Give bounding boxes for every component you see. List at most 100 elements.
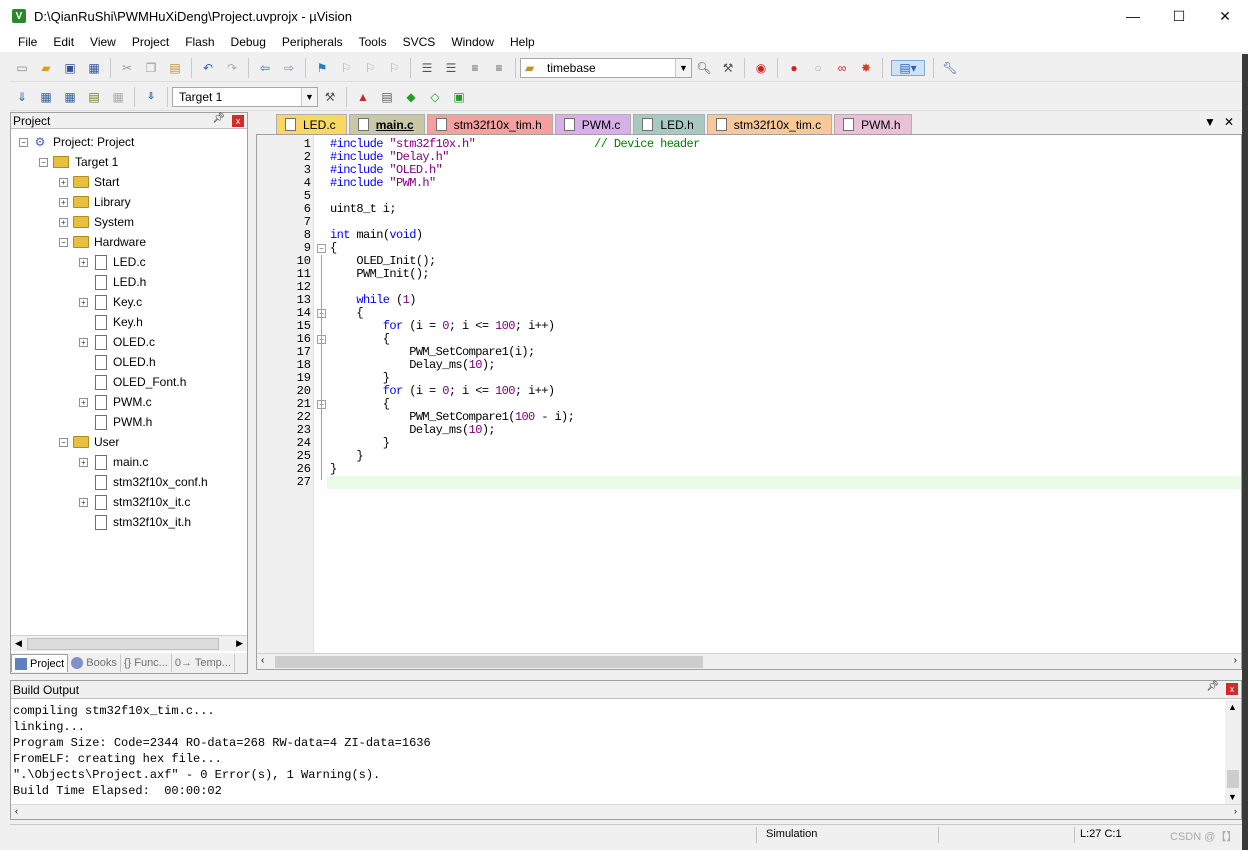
- build-vertical-scrollbar[interactable]: ▲ ▼: [1225, 700, 1241, 804]
- next-bookmark-icon[interactable]: ⚐: [362, 60, 378, 76]
- editor-tab[interactable]: stm32f10x_tim.h: [426, 114, 553, 134]
- copy-icon[interactable]: ❐: [143, 60, 159, 76]
- menu-help[interactable]: Help: [502, 35, 543, 49]
- tree-item-file[interactable]: + LED.c: [79, 252, 146, 272]
- minimize-button[interactable]: —: [1110, 0, 1156, 32]
- bookmark-icon[interactable]: ⚑: [314, 60, 330, 76]
- find-combo[interactable]: ▰ timebase ▼: [520, 57, 692, 78]
- rebuild-icon[interactable]: ▦: [62, 89, 78, 105]
- collapse-icon[interactable]: −: [19, 137, 28, 147]
- scroll-left-icon[interactable]: ◀: [15, 638, 22, 649]
- tab-project[interactable]: Project: [11, 654, 69, 672]
- tree-item-folder[interactable]: − User: [59, 432, 119, 452]
- tree-item-project[interactable]: − ⚙ Project: Project: [19, 132, 134, 152]
- code-line[interactable]: PWM_Init();: [330, 268, 429, 281]
- run-time-env-icon[interactable]: ▣: [451, 89, 467, 105]
- tree-item-file[interactable]: + stm32f10x_it.c: [79, 492, 190, 512]
- maximize-button[interactable]: ☐: [1156, 0, 1202, 32]
- insert-breakpoint-icon[interactable]: ●: [786, 60, 802, 76]
- scroll-right-icon[interactable]: ›: [1234, 655, 1237, 666]
- tree-item-folder[interactable]: + Library: [59, 192, 131, 212]
- editor-tab[interactable]: PWM.h: [834, 114, 912, 134]
- batch-build-icon[interactable]: ▤: [86, 89, 102, 105]
- tree-item-file[interactable]: + main.c: [79, 452, 148, 472]
- expand-icon[interactable]: +: [79, 297, 88, 307]
- scrollbar-thumb[interactable]: [1227, 770, 1239, 788]
- cut-icon[interactable]: ✂: [119, 60, 135, 76]
- tree-item-folder[interactable]: + Start: [59, 172, 119, 192]
- expand-icon[interactable]: +: [79, 497, 88, 507]
- manage-components-icon[interactable]: ▲: [355, 89, 371, 105]
- expand-icon[interactable]: +: [79, 337, 88, 347]
- code-line[interactable]: #include "PWM.h": [330, 177, 436, 190]
- expand-icon[interactable]: +: [79, 257, 88, 267]
- find-icon[interactable]: 🔍︎: [696, 60, 712, 76]
- file-extensions-icon[interactable]: ▤: [379, 89, 395, 105]
- tree-item-file[interactable]: + OLED.c: [79, 332, 155, 352]
- expand-icon[interactable]: +: [79, 457, 88, 467]
- close-icon[interactable]: x: [232, 115, 244, 127]
- code-editor[interactable]: 1 2 3 4 5 6 7 8 9 10 11 12 13 14 15 16 17 18 19 20 21 22 23 24 2…: [256, 134, 1242, 670]
- save-icon[interactable]: ▣: [62, 60, 78, 76]
- code-line[interactable]: }: [330, 463, 337, 476]
- expand-icon[interactable]: +: [59, 177, 68, 187]
- redo-icon[interactable]: ↷: [224, 60, 240, 76]
- undo-icon[interactable]: ↶: [200, 60, 216, 76]
- expand-icon[interactable]: +: [59, 197, 68, 207]
- paste-icon[interactable]: ▤: [167, 60, 183, 76]
- editor-horizontal-scrollbar[interactable]: ‹ ›: [257, 653, 1241, 669]
- menu-tools[interactable]: Tools: [351, 35, 395, 49]
- target-options-icon[interactable]: ⚒: [322, 89, 338, 105]
- translate-icon[interactable]: ⇓: [14, 89, 30, 105]
- tree-item-folder[interactable]: − Hardware: [59, 232, 146, 252]
- tree-item-file[interactable]: OLED.h: [79, 352, 156, 372]
- incremental-find-icon[interactable]: ⚒: [720, 60, 736, 76]
- expand-icon[interactable]: +: [59, 217, 68, 227]
- build-icon[interactable]: ▦: [38, 89, 54, 105]
- menu-project[interactable]: Project: [124, 35, 177, 49]
- build-horizontal-scrollbar[interactable]: ‹ ›: [11, 804, 1241, 819]
- tree-horizontal-scrollbar[interactable]: ◀ ▶: [11, 635, 247, 651]
- editor-tab[interactable]: main.c: [348, 114, 425, 134]
- scroll-up-icon[interactable]: ▲: [1228, 702, 1237, 712]
- pin-icon[interactable]: 📌︎: [212, 113, 225, 124]
- new-file-icon[interactable]: ▭: [14, 60, 30, 76]
- menu-file[interactable]: File: [10, 35, 45, 49]
- collapse-icon[interactable]: −: [59, 237, 68, 247]
- fold-collapse-icon[interactable]: −: [317, 244, 326, 253]
- tree-item-file[interactable]: + Key.c: [79, 292, 142, 312]
- tab-templates[interactable]: 0→ Temp...: [172, 654, 235, 672]
- menu-peripherals[interactable]: Peripherals: [274, 35, 351, 49]
- scroll-left-icon[interactable]: ‹: [261, 655, 264, 666]
- enable-breakpoint-icon[interactable]: ○: [810, 60, 826, 76]
- scroll-right-icon[interactable]: ›: [1234, 806, 1237, 816]
- collapse-icon[interactable]: −: [39, 157, 48, 167]
- clear-bookmarks-icon[interactable]: ⚐: [386, 60, 402, 76]
- tab-functions[interactable]: {} Func...: [121, 654, 172, 672]
- tab-list-dropdown-icon[interactable]: ▼: [1204, 115, 1216, 129]
- tree-item-target[interactable]: − Target 1: [39, 152, 118, 172]
- tree-item-file[interactable]: PWM.h: [79, 412, 152, 432]
- stop-build-icon[interactable]: ▦: [110, 89, 126, 105]
- editor-tab[interactable]: PWM.c: [554, 114, 632, 134]
- tree-item-file[interactable]: OLED_Font.h: [79, 372, 186, 392]
- download-load-icon[interactable]: ⇩: [143, 89, 159, 105]
- chevron-down-icon[interactable]: ▼: [675, 58, 691, 77]
- code-area[interactable]: #include "stm32f10x.h" // Device header #…: [327, 135, 1241, 653]
- save-all-icon[interactable]: ▦: [86, 60, 102, 76]
- disable-breakpoints-icon[interactable]: ∞: [834, 60, 850, 76]
- menu-view[interactable]: View: [82, 35, 124, 49]
- menu-edit[interactable]: Edit: [45, 35, 82, 49]
- code-line[interactable]: uint8_t i;: [330, 203, 397, 216]
- menu-flash[interactable]: Flash: [177, 35, 222, 49]
- collapse-icon[interactable]: −: [59, 437, 68, 447]
- unindent-icon[interactable]: ☰: [443, 60, 459, 76]
- code-line[interactable]: int main(void): [330, 229, 423, 242]
- window-layout-icon[interactable]: ▤▾: [891, 59, 925, 76]
- pack-installer-icon[interactable]: ◇: [427, 89, 443, 105]
- select-packs-icon[interactable]: ◆: [403, 89, 419, 105]
- chevron-down-icon[interactable]: ▼: [301, 87, 317, 106]
- scroll-right-icon[interactable]: ▶: [236, 638, 243, 649]
- editor-tab[interactable]: stm32f10x_tim.c: [706, 114, 833, 134]
- scroll-left-icon[interactable]: ‹: [15, 806, 18, 816]
